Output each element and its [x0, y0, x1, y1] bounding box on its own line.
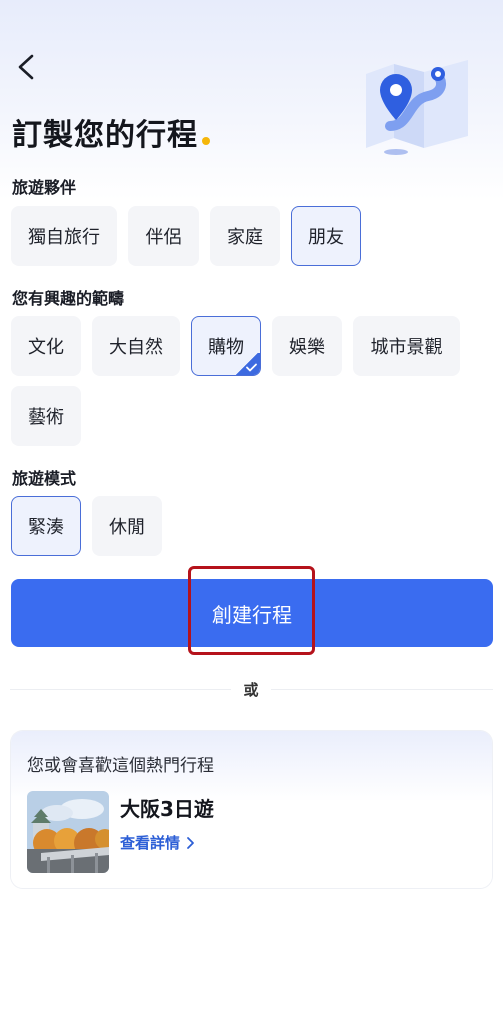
chip-family[interactable]: 家庭 [210, 206, 280, 266]
chip-compact[interactable]: 緊湊 [11, 496, 81, 556]
chevron-right-icon [187, 836, 194, 849]
title-accent-dot [202, 137, 210, 145]
recommendation-card[interactable]: 您或會喜歡這個熱門行程 大阪3日遊 查看詳情 [11, 731, 492, 888]
back-button[interactable] [14, 52, 42, 82]
or-label: 或 [231, 679, 271, 700]
recommendation-heading: 您或會喜歡這個熱門行程 [27, 756, 214, 776]
chip-leisure[interactable]: 休閒 [92, 496, 162, 556]
check-icon [246, 363, 257, 372]
chip-shopping[interactable]: 購物 [191, 316, 261, 376]
companions-label: 旅遊夥伴 [12, 178, 77, 197]
chip-art[interactable]: 藝術 [11, 386, 81, 446]
chip-cityscape[interactable]: 城市景觀 [353, 316, 460, 376]
travel-mode-label: 旅遊模式 [12, 469, 77, 488]
chip-partner[interactable]: 伴侶 [128, 206, 199, 266]
trip-name: 大阪3日遊 [120, 797, 214, 821]
page-title: 訂製您的行程 [12, 110, 210, 154]
view-details-label: 查看詳情 [120, 834, 181, 852]
chip-friends[interactable]: 朋友 [291, 206, 361, 266]
osaka-castle-image [27, 791, 109, 873]
interests-label: 您有興趣的範疇 [12, 289, 125, 308]
chip-solo[interactable]: 獨自旅行 [11, 206, 117, 266]
view-details-link[interactable]: 查看詳情 [120, 832, 195, 853]
chip-entertainment[interactable]: 娛樂 [272, 316, 342, 376]
chip-culture[interactable]: 文化 [11, 316, 81, 376]
highlight-box [188, 566, 315, 655]
trip-thumbnail[interactable] [27, 791, 109, 873]
map-pin-illustration [366, 60, 468, 155]
chip-nature[interactable]: 大自然 [92, 316, 180, 376]
selected-check-badge [234, 353, 260, 375]
chevron-left-icon [18, 54, 34, 80]
